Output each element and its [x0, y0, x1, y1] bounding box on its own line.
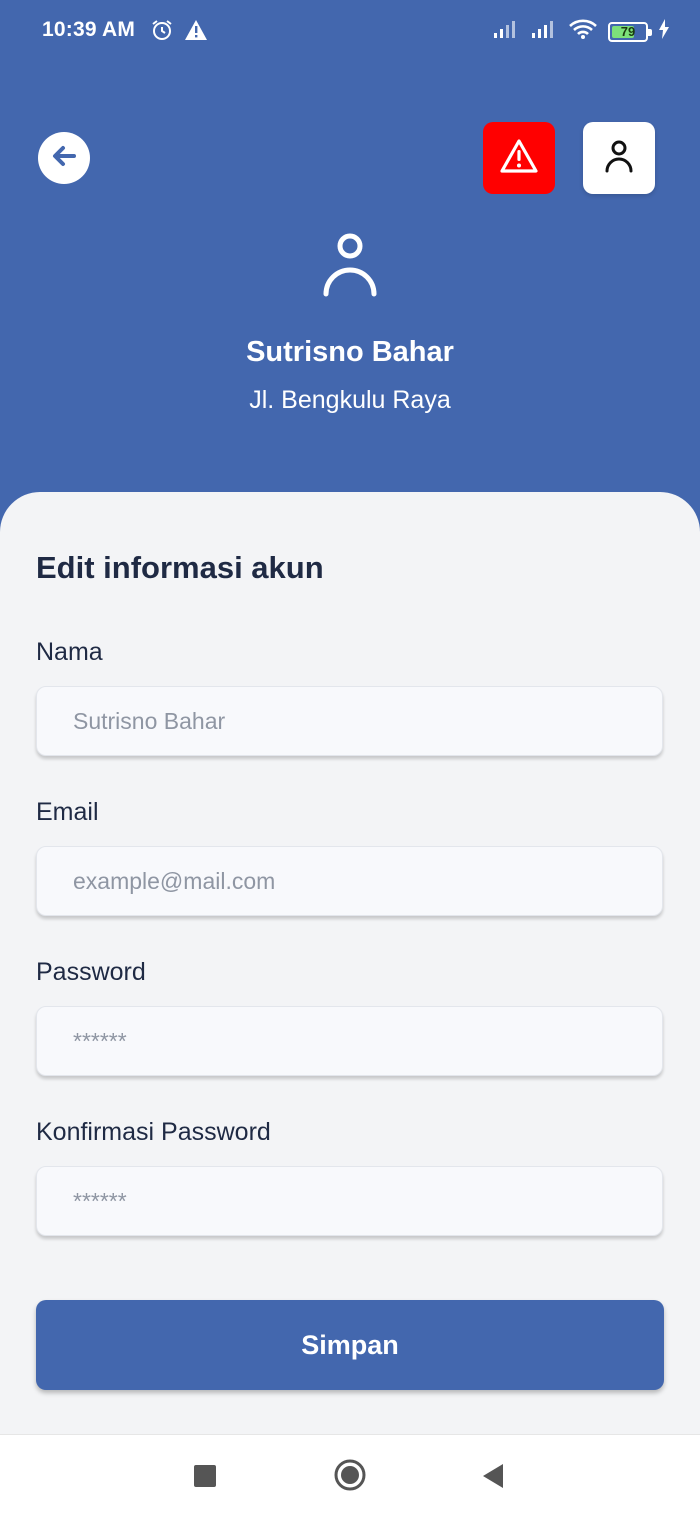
email-label: Email [36, 798, 99, 826]
name-field[interactable] [36, 686, 663, 756]
name-label: Nama [36, 638, 103, 666]
person-icon [320, 233, 380, 302]
user-address: Jl. Bengkulu Raya [249, 386, 451, 414]
password-field[interactable] [36, 1006, 663, 1076]
status-bar: 10:39 AM 79 [0, 0, 700, 64]
user-name: Sutrisno Bahar [246, 336, 454, 368]
system-nav-bar [0, 1434, 700, 1518]
email-field[interactable] [36, 846, 663, 916]
status-left-icons [150, 18, 208, 47]
emergency-alert-button[interactable] [483, 122, 555, 194]
confirm-password-label: Konfirmasi Password [36, 1118, 271, 1146]
signal-icon [492, 19, 520, 44]
back-button[interactable] [38, 132, 90, 184]
edit-account-sheet: Edit informasi akun Nama Email Password … [0, 492, 700, 1434]
battery-icon: 79 [608, 21, 652, 42]
save-button[interactable]: Simpan [36, 1300, 664, 1390]
back-icon[interactable] [482, 1463, 504, 1494]
wifi-icon [568, 18, 598, 45]
battery-level: 79 [620, 24, 636, 39]
profile-header: 10:39 AM 79 Sutrisno Bahar Jl. Bengkulu … [0, 0, 700, 520]
status-right-icons: 79 [492, 18, 670, 45]
person-icon [604, 139, 634, 178]
home-icon[interactable] [334, 1459, 366, 1491]
section-title: Edit informasi akun [36, 550, 324, 585]
signal-icon [530, 19, 558, 44]
password-label: Password [36, 958, 146, 986]
arrow-left-icon [49, 141, 79, 176]
warning-icon [184, 19, 208, 46]
recent-apps-icon[interactable] [194, 1465, 216, 1487]
charging-icon [658, 19, 670, 44]
warning-icon [499, 138, 539, 179]
profile-button[interactable] [583, 122, 655, 194]
confirm-password-field[interactable] [36, 1166, 663, 1236]
avatar [320, 232, 380, 298]
status-time: 10:39 AM [42, 18, 136, 41]
alarm-icon [150, 18, 174, 47]
